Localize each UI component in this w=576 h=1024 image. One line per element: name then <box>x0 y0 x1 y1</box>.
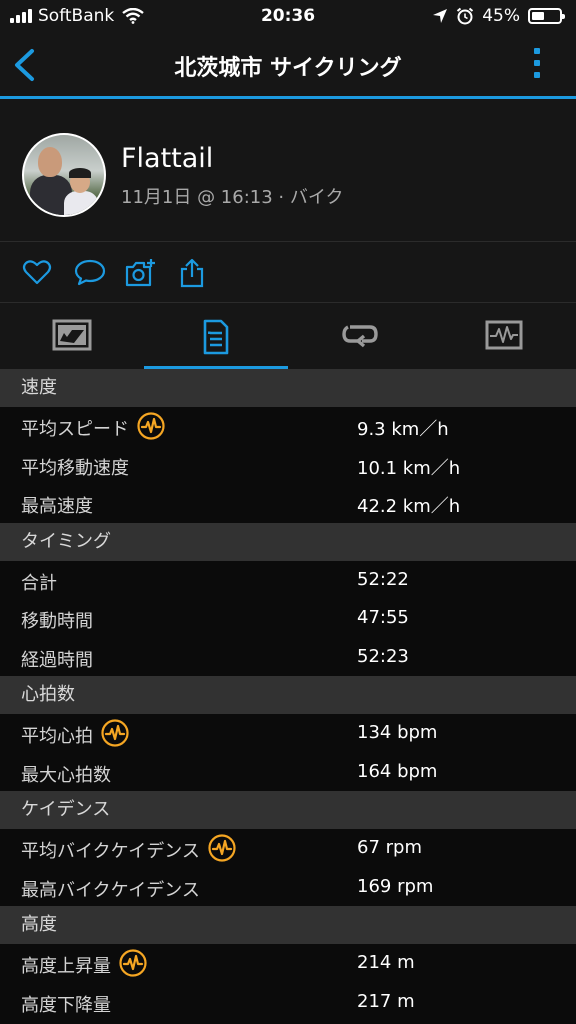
tab-charts[interactable] <box>432 303 576 369</box>
stat-value: 9.3 km／h <box>357 419 449 440</box>
stat-label-container: 平均移動速度 <box>21 454 129 480</box>
chart-icon <box>485 320 523 350</box>
battery-icon <box>528 8 565 24</box>
comment-icon <box>74 259 106 286</box>
share-icon <box>180 258 204 288</box>
section-header: 高度 <box>0 906 576 944</box>
stat-label: 平均バイクケイデンス <box>21 841 200 862</box>
stat-row: 高度下降量 217 m <box>0 982 576 1021</box>
section-header: 速度 <box>0 369 576 407</box>
tab-stats[interactable] <box>144 303 288 369</box>
status-bar: SoftBank 20:36 45% <box>0 0 576 34</box>
share-button[interactable] <box>179 258 205 292</box>
stat-value: 164 bpm <box>357 760 438 782</box>
stat-value: 217 m <box>357 990 415 1012</box>
stats-list-icon <box>203 319 229 355</box>
stat-value: 42.2 km／h <box>357 496 461 517</box>
stat-value: 10.1 km／h <box>357 457 461 479</box>
stat-label: 高度上昇量 <box>21 956 111 977</box>
stat-label: 最高速度 <box>21 496 93 517</box>
trend-chart-icon[interactable] <box>208 834 236 862</box>
tab-bar <box>0 303 576 369</box>
stat-label: 最大心拍数 <box>21 764 111 786</box>
stat-value: 47:55 <box>357 607 409 628</box>
stat-value: 52:22 <box>357 568 409 590</box>
stat-label-container: 高度上昇量 <box>21 949 147 978</box>
stat-label: 最高バイクケイデンス <box>21 879 200 901</box>
user-name[interactable]: Flattail <box>121 143 213 174</box>
avatar[interactable] <box>22 133 106 217</box>
section-header: ケイデンス <box>0 791 576 829</box>
stat-row: 平均スピード 9.3 km／h <box>0 407 576 446</box>
location-icon <box>433 9 448 23</box>
stat-label: 平均移動速度 <box>21 457 129 479</box>
page-title: 北茨城市 サイクリング <box>174 56 402 81</box>
nav-bar: 北茨城市 サイクリング <box>0 34 576 99</box>
activity-meta: 11月1日 @ 16:13 · バイク <box>121 187 344 208</box>
stat-value: 214 m <box>357 952 415 973</box>
stat-value: 134 bpm <box>357 722 438 743</box>
comment-button[interactable] <box>74 258 106 290</box>
stat-label-container: 最大心拍数 <box>21 761 111 787</box>
stat-label-container: 合計 <box>21 569 57 595</box>
add-photo-button[interactable] <box>124 258 158 292</box>
tab-overview[interactable] <box>0 303 144 369</box>
trend-chart-icon[interactable] <box>101 719 129 747</box>
stat-label-container: 最高バイクケイデンス <box>21 876 200 902</box>
stat-label: 高度下降量 <box>21 994 111 1016</box>
stat-row: 移動時間 47:55 <box>0 599 576 638</box>
stat-label: 経過時間 <box>21 649 93 671</box>
more-options-button[interactable] <box>534 48 540 78</box>
heart-icon <box>22 260 52 285</box>
stat-label: 平均スピード <box>21 419 129 440</box>
section-header: 心拍数 <box>0 676 576 714</box>
stat-label-container: 平均心拍 <box>21 719 129 748</box>
trend-chart-icon[interactable] <box>137 412 165 440</box>
stat-label: 移動時間 <box>21 611 93 632</box>
stat-row: 最高バイクケイデンス 169 rpm <box>0 867 576 906</box>
stat-label-container: 移動時間 <box>21 607 93 633</box>
stat-label-container: 平均スピード <box>21 412 165 441</box>
stat-label-container: 最高速度 <box>21 492 93 518</box>
laps-icon <box>342 325 378 348</box>
section-header: タイミング <box>0 522 576 561</box>
stat-row: 平均移動速度 10.1 km／h <box>0 445 576 484</box>
stats-list: 速度平均スピード 9.3 km／h 平均移動速度 10.1 km／h 最高速度 42.2 … <box>0 369 576 1021</box>
tab-laps[interactable] <box>288 303 432 369</box>
like-button[interactable] <box>22 258 52 290</box>
stat-row: 経過時間 52:23 <box>0 637 576 676</box>
battery-percent: 45% <box>482 6 520 26</box>
camera-plus-icon <box>125 259 155 287</box>
stat-value: 67 rpm <box>357 837 422 858</box>
stat-row: 平均心拍 134 bpm <box>0 714 576 753</box>
stat-row: 最大心拍数 164 bpm <box>0 752 576 791</box>
action-bar <box>0 241 576 303</box>
overview-icon <box>52 319 92 351</box>
stat-row: 合計 52:22 <box>0 560 576 599</box>
stat-label: 平均心拍 <box>21 726 93 747</box>
stat-label-container: 経過時間 <box>21 646 93 672</box>
stat-value: 52:23 <box>357 645 409 667</box>
activity-header: Flattail 11月1日 @ 16:13 · バイク <box>0 99 576 241</box>
stat-label-container: 平均バイクケイデンス <box>21 834 236 863</box>
alarm-icon <box>457 7 474 25</box>
stat-row: 最高速度 42.2 km／h <box>0 484 576 523</box>
stat-row: 高度上昇量 214 m <box>0 944 576 983</box>
stat-label: 合計 <box>21 572 57 594</box>
trend-chart-icon[interactable] <box>119 949 147 977</box>
stat-value: 169 rpm <box>357 875 434 897</box>
stat-row: 平均バイクケイデンス 67 rpm <box>0 829 576 868</box>
stat-label-container: 高度下降量 <box>21 991 111 1017</box>
